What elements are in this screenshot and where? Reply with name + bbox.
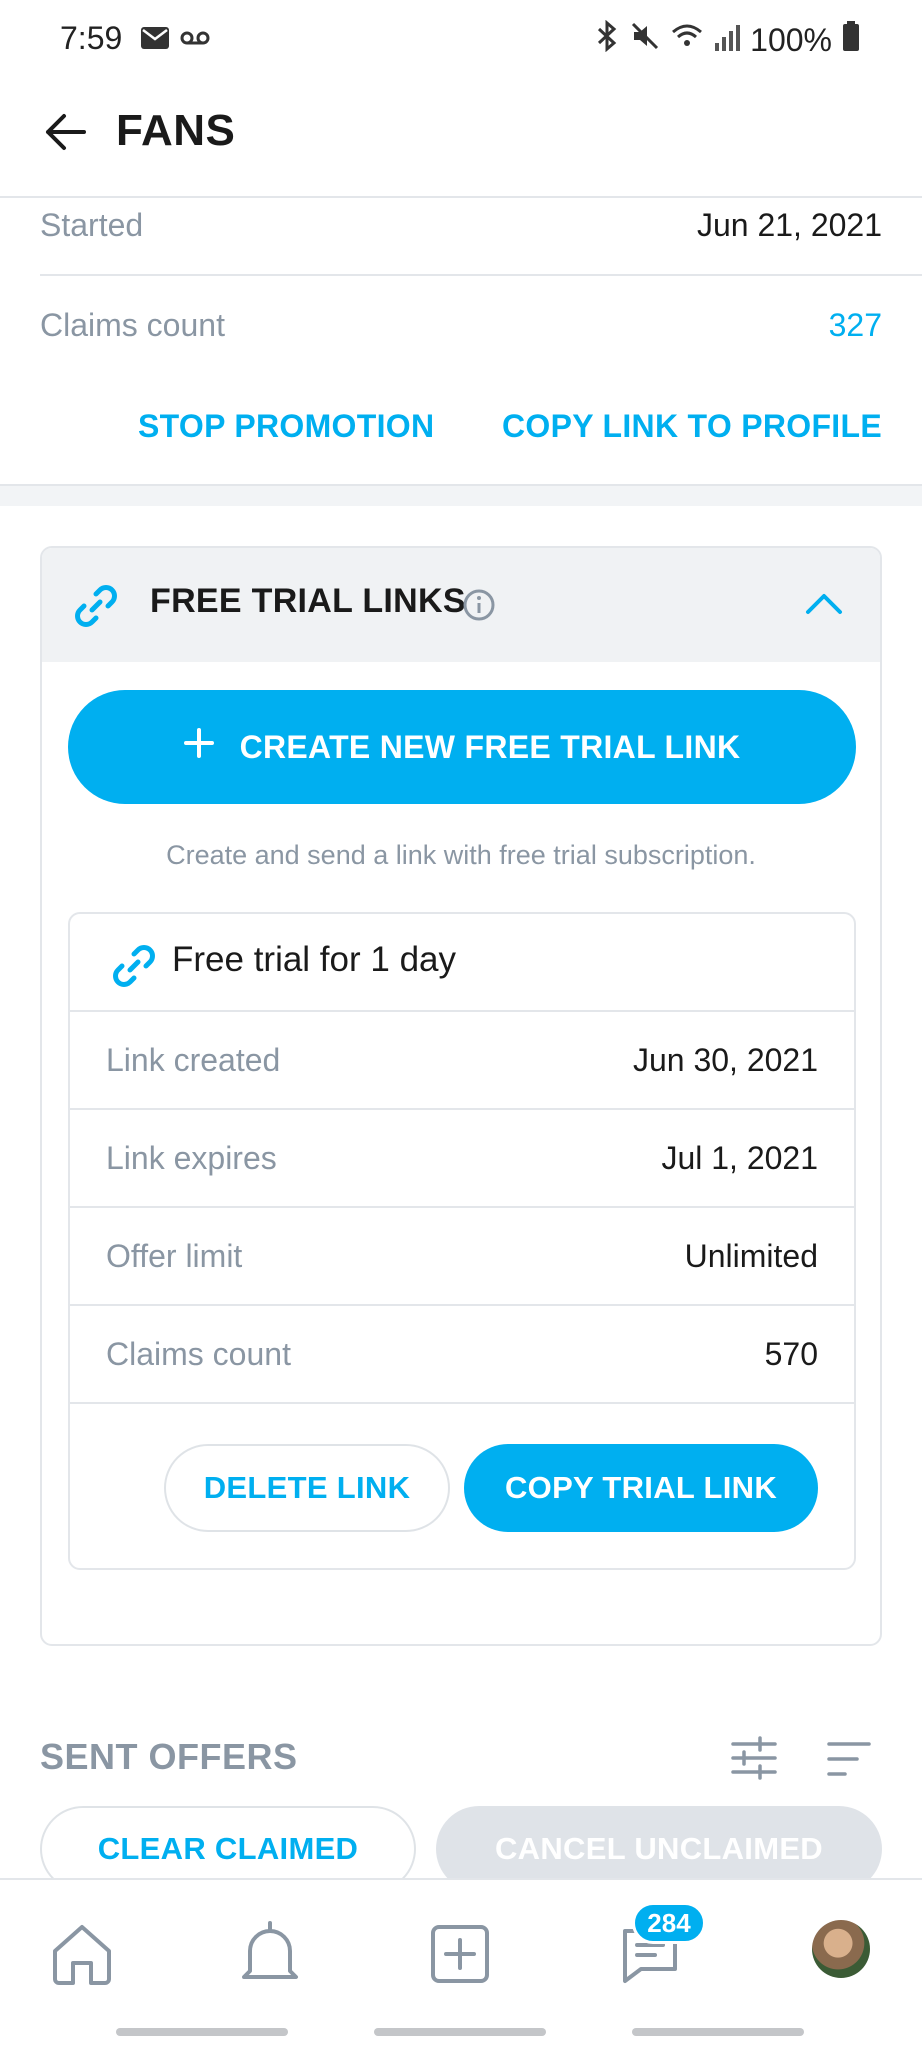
offer-limit-label: Offer limit <box>106 1237 243 1274</box>
offer-limit-row: Offer limit Unlimited <box>70 1206 854 1304</box>
system-nav-indicator <box>116 2028 288 2036</box>
promo-row-started: Started Jun 21, 2021 <box>40 202 882 248</box>
battery-percent: 100% <box>750 21 832 58</box>
link-expires-value: Jul 1, 2021 <box>661 1139 818 1176</box>
voicemail-icon <box>180 28 210 53</box>
link-expires-label: Link expires <box>106 1139 277 1176</box>
nav-notifications[interactable] <box>230 1916 310 1996</box>
info-icon[interactable] <box>462 588 496 627</box>
claims-count-label: Claims count <box>106 1335 291 1372</box>
bell-icon <box>238 1920 302 1992</box>
status-bar: 7:59 100% <box>0 0 922 80</box>
chevron-up-icon[interactable] <box>804 588 844 623</box>
status-indicators: 100% <box>594 19 860 60</box>
back-button[interactable] <box>36 106 92 162</box>
nav-home[interactable] <box>42 1916 122 1996</box>
page-title: FANS <box>116 106 236 155</box>
link-created-row: Link created Jun 30, 2021 <box>70 1010 854 1108</box>
system-nav-indicator <box>632 2028 804 2036</box>
mail-icon <box>140 26 170 55</box>
delete-link-button[interactable]: DELETE LINK <box>164 1444 450 1532</box>
signal-icon <box>714 22 741 59</box>
free-trial-panel: FREE TRIAL LINKS CREATE NEW FREE TRIAL L… <box>40 546 882 1646</box>
claims-count-value: 570 <box>764 1335 818 1372</box>
link-expires-row: Link expires Jul 1, 2021 <box>70 1108 854 1206</box>
nav-add-post[interactable] <box>420 1916 500 1996</box>
sort-icon[interactable] <box>826 1740 872 1783</box>
promo-started-label: Started <box>40 206 144 243</box>
promo-claims-label: Claims count <box>40 306 225 343</box>
section-separator <box>0 486 922 506</box>
wifi-icon <box>670 21 704 59</box>
divider <box>70 1402 854 1404</box>
mute-icon <box>630 21 660 59</box>
bluetooth-icon <box>594 19 620 60</box>
status-time: 7:59 <box>60 20 123 56</box>
sent-offers-title: SENT OFFERS <box>40 1736 298 1777</box>
battery-icon <box>842 21 860 59</box>
link-created-label: Link created <box>106 1041 281 1078</box>
link-icon <box>72 582 120 635</box>
link-icon <box>110 942 158 995</box>
free-trial-title: FREE TRIAL LINKS <box>150 582 466 620</box>
arrow-left-icon <box>42 112 86 157</box>
promo-claims-value[interactable]: 327 <box>829 307 882 344</box>
promo-row-claims: Claims count 327 <box>40 302 882 348</box>
plus-icon <box>183 728 214 766</box>
home-icon <box>49 1921 115 1992</box>
system-nav-indicator <box>374 2028 546 2036</box>
messages-badge: 284 <box>632 1902 706 1944</box>
stop-promotion-button[interactable]: STOP PROMOTION <box>138 408 434 445</box>
copy-link-to-profile-button[interactable]: COPY LINK TO PROFILE <box>502 408 882 445</box>
offer-limit-value: Unlimited <box>684 1237 818 1274</box>
add-post-icon <box>430 1924 490 1989</box>
promo-started-value: Jun 21, 2021 <box>696 206 882 243</box>
trial-link-card: Free trial for 1 day Link created Jun 30… <box>68 912 856 1570</box>
app-header: FANS <box>0 80 922 198</box>
profile-avatar[interactable] <box>812 1920 870 1978</box>
trial-link-title: Free trial for 1 day <box>172 940 456 979</box>
create-hint: Create and send a link with free trial s… <box>166 840 756 870</box>
link-created-value: Jun 30, 2021 <box>632 1041 818 1078</box>
bottom-nav: 284 <box>0 1878 922 2048</box>
create-free-trial-link-label: CREATE NEW FREE TRIAL LINK <box>239 728 741 765</box>
claims-count-row: Claims count 570 <box>70 1304 854 1402</box>
filter-icon[interactable] <box>730 1736 778 1785</box>
divider <box>40 274 922 276</box>
create-free-trial-link-button[interactable]: CREATE NEW FREE TRIAL LINK <box>68 690 856 804</box>
copy-trial-link-button[interactable]: COPY TRIAL LINK <box>464 1444 818 1532</box>
free-trial-header[interactable]: FREE TRIAL LINKS <box>42 548 880 662</box>
